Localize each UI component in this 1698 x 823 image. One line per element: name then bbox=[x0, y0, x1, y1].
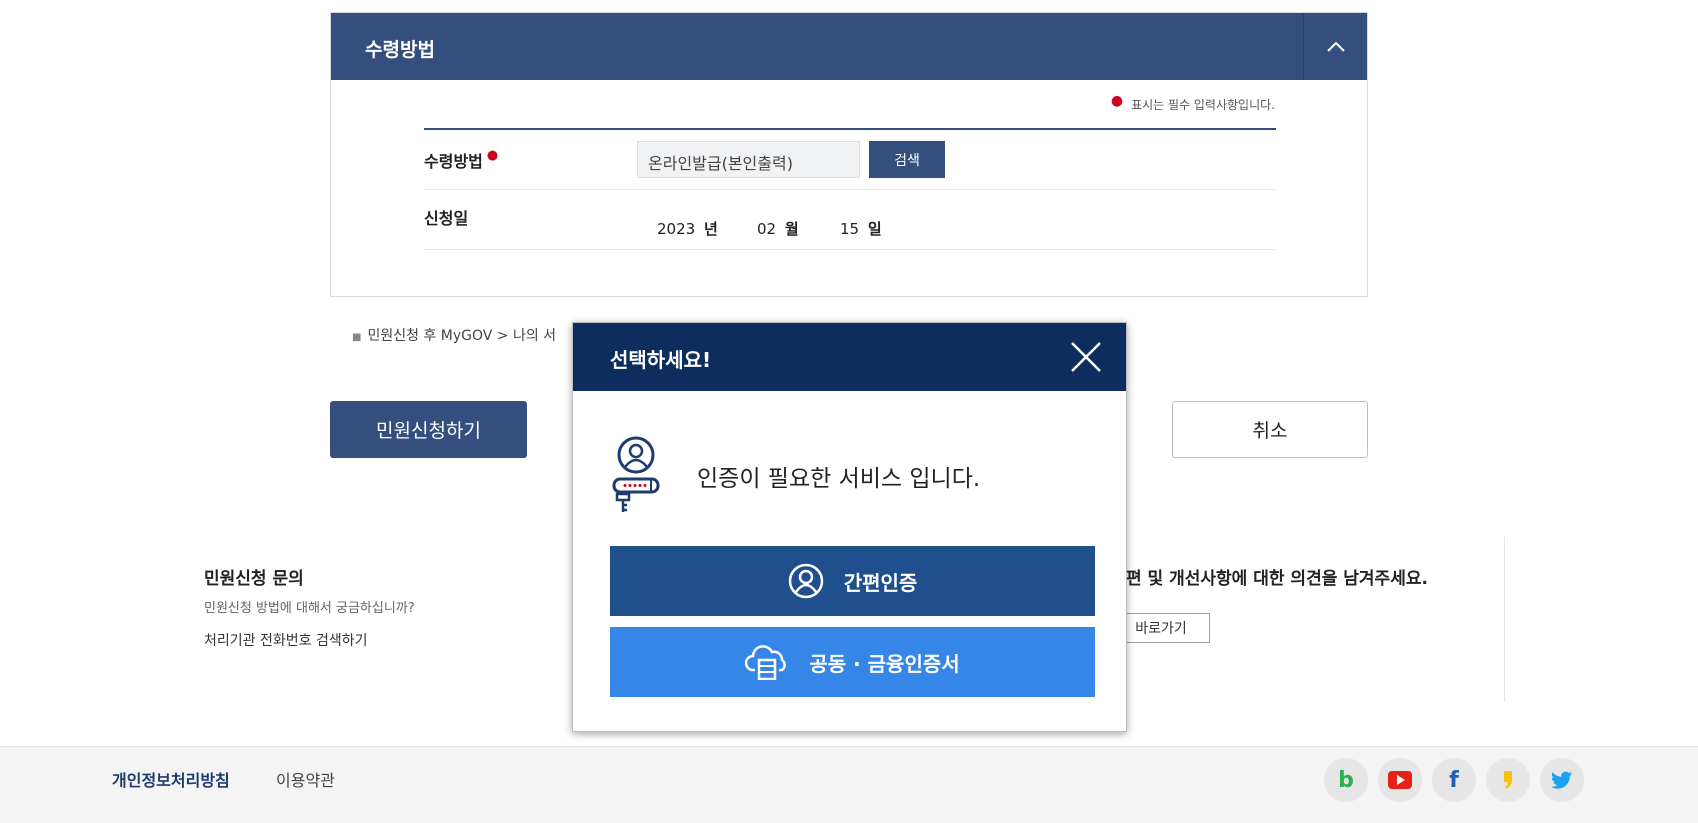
day-unit: 일 bbox=[867, 220, 882, 238]
receive-method-input[interactable]: 온라인발급(본인출력) bbox=[637, 141, 860, 178]
apply-date-label: 신청일 bbox=[424, 209, 469, 228]
bullet-icon: ■ bbox=[352, 332, 362, 343]
twitter-icon[interactable] bbox=[1540, 758, 1584, 802]
year-unit: 년 bbox=[703, 220, 718, 238]
date-day: 15 일 bbox=[840, 218, 882, 239]
search-button[interactable]: 검색 bbox=[869, 141, 945, 178]
month-value: 02 bbox=[757, 220, 777, 238]
phone-search-link[interactable]: 처리기관 전화번호 검색하기 bbox=[204, 630, 367, 650]
apply-button[interactable]: 민원신청하기 bbox=[330, 401, 527, 458]
required-dot-icon: ● bbox=[486, 148, 499, 163]
auth-required-message: 인증이 필요한 서비스 입니다. bbox=[697, 466, 981, 492]
cloud-server-icon bbox=[745, 644, 789, 680]
panel-title: 수령방법 bbox=[365, 39, 435, 61]
cancel-button[interactable]: 취소 bbox=[1172, 401, 1368, 458]
required-note-text: 표시는 필수 입력사항입니다. bbox=[1131, 98, 1275, 112]
month-unit: 월 bbox=[784, 220, 799, 238]
guide-note-text: 민원신청 후 MyGOV > 나의 서 bbox=[367, 328, 557, 344]
inquiry-desc: 민원신청 방법에 대해서 궁금하십니까? bbox=[204, 601, 415, 616]
panel-header[interactable]: 수령방법 bbox=[331, 13, 1367, 80]
youtube-icon[interactable] bbox=[1378, 758, 1422, 802]
certificate-auth-label: 공동 · 금융인증서 bbox=[809, 651, 960, 676]
day-value: 15 bbox=[840, 220, 860, 238]
terms-link[interactable]: 이용약관 bbox=[276, 767, 335, 791]
close-icon[interactable] bbox=[1068, 339, 1104, 375]
inquiry-title: 민원신청 문의 bbox=[204, 569, 304, 589]
auth-select-modal: 선택하세요! 인증이 필요한 서비스 입니다. 간편인증 공동 · 금융인증서 bbox=[572, 322, 1127, 732]
user-circle-icon bbox=[788, 563, 824, 599]
feedback-title: 편 및 개선사항에 대한 의견을 남겨주세요. bbox=[1126, 569, 1428, 589]
footer: 개인정보처리방침 이용약관 b f bbox=[0, 746, 1698, 823]
row-divider bbox=[424, 249, 1276, 250]
receive-method-panel: 수령방법 ● 표시는 필수 입력사항입니다. 수령방법 ● 온라인발급(본인출력) … bbox=[330, 12, 1368, 297]
required-note: ● 표시는 필수 입력사항입니다. bbox=[1110, 93, 1275, 113]
date-year: 2023 년 bbox=[657, 218, 718, 239]
form-top-border bbox=[424, 128, 1276, 130]
chevron-up-icon bbox=[1326, 41, 1345, 52]
privacy-policy-link[interactable]: 개인정보처리방침 bbox=[112, 767, 230, 791]
facebook-icon[interactable]: f bbox=[1432, 758, 1476, 802]
certification-icon bbox=[612, 436, 660, 512]
row-divider bbox=[424, 189, 1276, 190]
modal-title: 선택하세요! bbox=[610, 348, 712, 372]
kakaostory-icon[interactable] bbox=[1486, 758, 1530, 802]
simple-auth-button[interactable]: 간편인증 bbox=[610, 546, 1095, 616]
collapse-toggle-button[interactable] bbox=[1303, 13, 1367, 80]
guide-note: ■ 민원신청 후 MyGOV > 나의 서 bbox=[352, 325, 556, 345]
blog-icon[interactable]: b bbox=[1324, 758, 1368, 802]
divider bbox=[1504, 537, 1505, 702]
simple-auth-label: 간편인증 bbox=[843, 570, 918, 595]
certificate-auth-button[interactable]: 공동 · 금융인증서 bbox=[610, 627, 1095, 697]
receive-method-label: 수령방법 ● bbox=[424, 148, 498, 172]
year-value: 2023 bbox=[657, 220, 696, 238]
receive-method-label-text: 수령방법 bbox=[424, 152, 483, 171]
required-dot-icon: ● bbox=[1110, 93, 1124, 109]
date-month: 02 월 bbox=[757, 218, 799, 239]
modal-header: 선택하세요! bbox=[573, 323, 1126, 391]
